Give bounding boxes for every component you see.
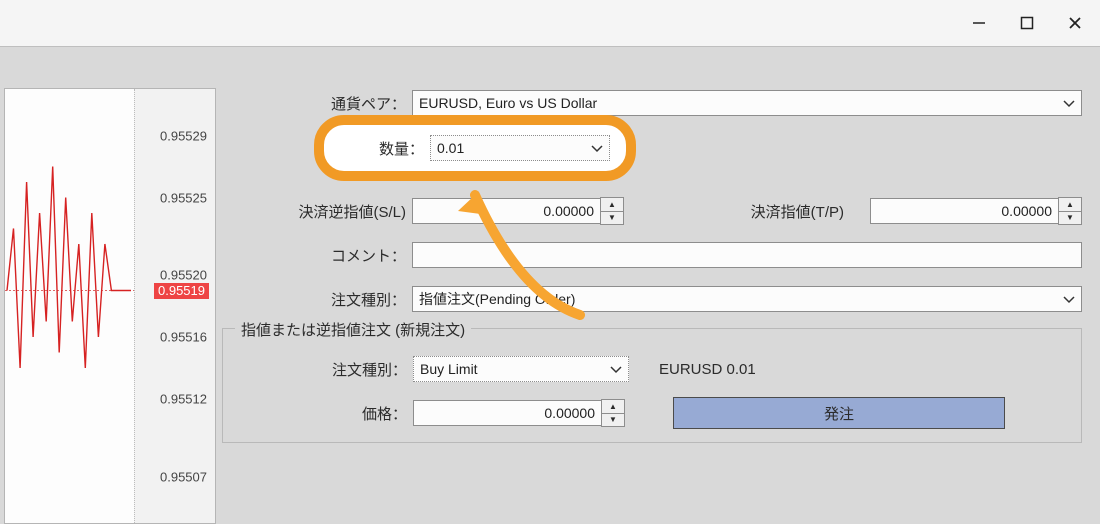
price-chart [5, 89, 135, 523]
pending-legend: 指値または逆指値注文 (新規注文) [235, 319, 471, 340]
pending-type-label: 注文種別： [223, 359, 413, 380]
maximize-icon [1020, 16, 1034, 30]
tick-chart-panel: 0.95529 0.95525 0.95520 0.95516 0.95512 0.955… [4, 88, 216, 524]
row-pending-type: 注文種別： Buy Limit EURUSD 0.01 [223, 354, 1081, 384]
minimize-icon [972, 16, 986, 30]
chevron-down-icon [1063, 291, 1075, 307]
comment-label: コメント： [222, 245, 412, 266]
y-tick: 0.95529 [160, 128, 207, 143]
window-maximize-button[interactable] [1004, 6, 1050, 40]
window-close-button[interactable] [1052, 6, 1098, 40]
symbol-dropdown-value: EURUSD, Euro vs US Dollar [419, 95, 597, 111]
y-tick: 0.95512 [160, 392, 207, 407]
comment-input[interactable] [412, 242, 1082, 268]
y-tick: 0.95520 [160, 268, 207, 283]
chart-y-axis: 0.95529 0.95525 0.95520 0.95516 0.95512 0.955… [134, 89, 215, 523]
tp-spinner[interactable]: ▲▼ [1058, 197, 1082, 225]
sl-label: 決済逆指値(S/L) [222, 201, 412, 222]
chevron-down-icon [610, 361, 622, 377]
y-tick: 0.95507 [160, 469, 207, 484]
price-label: 価格： [223, 403, 413, 424]
chevron-down-icon [591, 140, 603, 156]
tp-input[interactable]: 0.00000 [870, 198, 1058, 224]
window-titlebar [0, 0, 1100, 47]
price-input-wrap: 0.00000 ▲▼ [413, 399, 625, 427]
pending-type-value: Buy Limit [420, 361, 478, 377]
volume-dropdown-value: 0.01 [437, 140, 464, 156]
row-sl-tp: 決済逆指値(S/L) 0.00000 ▲▼ 決済指値(T/P) 0.00000 … [222, 196, 1082, 226]
price-spinner[interactable]: ▲▼ [601, 399, 625, 427]
symbol-label: 通貨ペア： [222, 93, 412, 114]
order-type-dropdown[interactable]: 指値注文(Pending Order) [412, 286, 1082, 312]
symbol-dropdown[interactable]: EURUSD, Euro vs US Dollar [412, 90, 1082, 116]
row-order-type: 注文種別： 指値注文(Pending Order) [222, 284, 1082, 314]
place-order-button[interactable]: 発注 [673, 397, 1005, 429]
current-price-tag: 0.95519 [154, 283, 209, 299]
volume-highlight-callout: 数量： 0.01 [314, 115, 636, 181]
tp-input-wrap: 0.00000 ▲▼ [870, 197, 1082, 225]
volume-dropdown[interactable]: 0.01 [430, 135, 610, 161]
price-input[interactable]: 0.00000 [413, 400, 601, 426]
callout-volume-label: 数量： [340, 138, 430, 159]
row-price: 価格： 0.00000 ▲▼ 発注 [223, 398, 1081, 428]
tp-label: 決済指値(T/P) [751, 201, 852, 222]
y-tick: 0.95516 [160, 330, 207, 345]
row-symbol: 通貨ペア： EURUSD, Euro vs US Dollar [222, 88, 1082, 118]
pending-order-fieldset: 指値または逆指値注文 (新規注文) 注文種別： Buy Limit EURUSD… [222, 328, 1082, 443]
order-summary: EURUSD 0.01 [647, 361, 756, 378]
order-type-label: 注文種別： [222, 289, 412, 310]
sl-spinner[interactable]: ▲▼ [600, 197, 624, 225]
sl-input[interactable]: 0.00000 [412, 198, 600, 224]
close-icon [1068, 16, 1082, 30]
pending-type-dropdown[interactable]: Buy Limit [413, 356, 629, 382]
y-tick: 0.95525 [160, 190, 207, 205]
sl-input-wrap: 0.00000 ▲▼ [412, 197, 624, 225]
order-type-value: 指値注文(Pending Order) [419, 289, 575, 309]
row-comment: コメント： [222, 240, 1082, 270]
window-minimize-button[interactable] [956, 6, 1002, 40]
chevron-down-icon [1063, 95, 1075, 111]
